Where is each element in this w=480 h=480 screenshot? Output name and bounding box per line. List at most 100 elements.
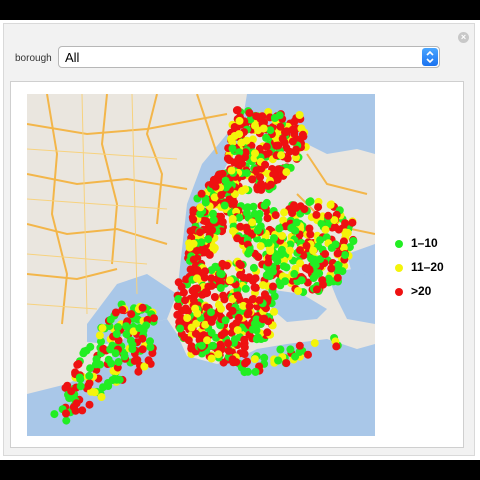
collision-point — [197, 189, 206, 198]
collision-point — [242, 223, 251, 232]
close-icon[interactable]: × — [458, 32, 469, 43]
collision-point — [266, 247, 275, 255]
collision-point — [86, 364, 95, 373]
collision-point — [240, 343, 249, 352]
collision-point — [210, 243, 219, 252]
collision-point — [92, 355, 101, 364]
collision-point — [120, 352, 129, 361]
collision-point — [138, 303, 147, 312]
chevron-updown-icon[interactable] — [422, 48, 438, 66]
collision-point — [260, 201, 269, 210]
collision-point — [260, 353, 269, 362]
collision-point — [114, 323, 122, 332]
collision-point — [173, 302, 182, 311]
collision-point — [282, 359, 291, 368]
collision-point — [288, 125, 297, 134]
collision-point — [321, 250, 330, 259]
collision-point — [251, 274, 260, 283]
collision-point — [233, 234, 242, 243]
collision-point — [290, 269, 299, 278]
collision-point — [286, 345, 295, 354]
collision-point — [279, 262, 288, 271]
legend-label: 11–20 — [411, 260, 444, 274]
collision-point — [62, 416, 71, 425]
collision-point — [270, 114, 279, 122]
collision-point — [319, 280, 327, 289]
collision-point — [174, 278, 183, 287]
collision-point — [259, 281, 267, 290]
collision-point — [241, 284, 250, 293]
collision-point — [276, 250, 285, 259]
collision-point — [306, 230, 315, 239]
collision-point — [238, 186, 247, 195]
collision-point — [193, 246, 201, 255]
collision-point — [216, 284, 225, 292]
bottom-letterbox — [0, 460, 480, 480]
collision-point — [85, 371, 94, 380]
collision-point — [222, 261, 231, 270]
collision-point — [224, 346, 233, 355]
collision-point — [122, 330, 131, 339]
borough-dropdown[interactable]: All — [58, 46, 440, 68]
collision-point — [291, 352, 300, 361]
collision-point — [67, 387, 76, 396]
collision-point — [138, 334, 147, 343]
collision-point — [196, 228, 204, 237]
collision-point — [245, 109, 254, 117]
collision-point — [193, 266, 202, 275]
collision-point — [263, 328, 272, 337]
collision-point — [214, 170, 223, 179]
collision-point — [232, 358, 241, 367]
collision-point — [286, 246, 294, 255]
collision-point — [250, 355, 259, 364]
collision-point — [270, 307, 278, 316]
collision-point — [220, 328, 229, 337]
collision-point — [76, 382, 85, 391]
collision-point — [288, 137, 297, 146]
collision-point — [85, 400, 94, 409]
collision-point — [259, 124, 268, 133]
collision-point — [292, 145, 301, 154]
output-area: 1–10 11–20 >20 — [10, 81, 464, 448]
collision-point — [221, 316, 230, 325]
collision-point — [228, 306, 237, 315]
collision-point — [314, 203, 323, 212]
collision-point — [250, 283, 259, 292]
collision-point — [278, 231, 287, 240]
collision-point — [324, 211, 333, 220]
collision-point — [309, 246, 318, 255]
collision-point — [304, 350, 312, 359]
collision-point — [262, 133, 271, 142]
collision-point — [184, 336, 193, 345]
collision-point — [193, 309, 202, 318]
collision-point — [327, 264, 336, 273]
collision-point — [235, 116, 244, 125]
collision-point — [294, 287, 303, 295]
collision-point — [258, 315, 267, 324]
collision-point — [276, 345, 285, 354]
collision-point — [291, 226, 300, 235]
collision-point — [305, 266, 314, 275]
collision-point — [251, 121, 259, 130]
collision-point — [112, 375, 121, 384]
collision-point — [257, 185, 266, 194]
collision-point — [233, 326, 242, 335]
collision-point — [249, 202, 258, 211]
collision-point — [236, 270, 245, 279]
collision-point — [181, 296, 190, 305]
collision-point — [127, 310, 136, 319]
collision-point — [256, 242, 265, 251]
collision-point — [150, 314, 158, 323]
collision-point — [229, 227, 237, 236]
collision-point — [315, 269, 324, 278]
collision-point — [235, 259, 244, 268]
collision-point — [349, 237, 358, 245]
borough-label: borough — [15, 53, 52, 64]
collision-point — [234, 313, 243, 322]
collision-point — [240, 335, 249, 344]
collision-point — [225, 276, 234, 285]
collision-point — [295, 111, 304, 119]
collision-point — [133, 356, 142, 364]
collision-point — [128, 345, 137, 354]
collision-point — [217, 304, 225, 313]
